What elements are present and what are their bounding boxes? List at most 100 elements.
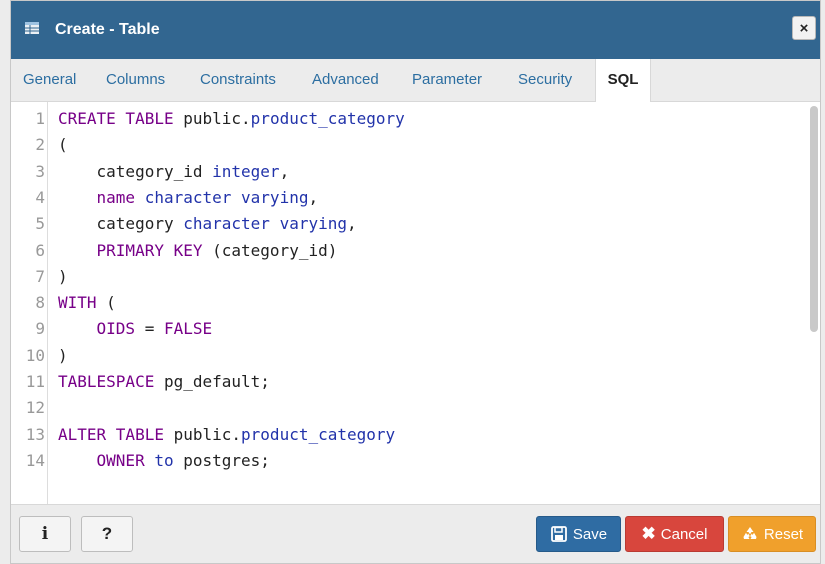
cancel-button[interactable]: ✖ Cancel	[625, 516, 724, 552]
save-icon	[550, 526, 567, 542]
code-line: 2(	[11, 132, 791, 158]
line-number: 1	[35, 109, 45, 128]
code-token: TABLESPACE	[58, 372, 164, 391]
code-token: )	[58, 266, 68, 286]
close-icon: ×	[799, 19, 809, 37]
close-button[interactable]: ×	[792, 16, 816, 40]
line-number: 4	[35, 187, 45, 207]
line-number: 8	[35, 293, 45, 313]
table-icon	[25, 22, 39, 34]
dialog-titlebar: Create - Table ×	[11, 1, 820, 59]
code-text: CREATE TABLE public.product_category	[58, 106, 405, 132]
line-number: 9	[35, 319, 45, 339]
code-line: 1 CREATE TABLE public.product_category	[11, 106, 791, 132]
code-text: WITH (	[58, 290, 116, 316]
tab-advanced[interactable]: Advanced	[312, 59, 379, 102]
code-token: public.	[183, 109, 251, 128]
code-line: 12	[11, 395, 791, 421]
code-token: character varying	[144, 187, 309, 207]
code-token: )	[58, 345, 68, 365]
code-token: character varying	[183, 214, 347, 234]
save-label: Save	[572, 525, 608, 543]
tab-security[interactable]: Security	[518, 59, 572, 102]
code-token: name	[58, 187, 145, 207]
tab-constraints[interactable]: Constraints	[200, 59, 276, 102]
code-token: product_category	[241, 424, 396, 444]
code-token: PRIMARY KEY	[58, 240, 213, 260]
dialog-footer: i ? Save ✖ Cancel Reset	[11, 504, 820, 563]
line-number: 12	[25, 398, 45, 418]
code-token: postgres;	[183, 450, 270, 470]
code-line: 3 category_id integer,	[11, 159, 791, 185]
help-icon: ?	[101, 524, 113, 543]
editor-scrollbar[interactable]	[810, 106, 818, 332]
code-token: public.	[173, 424, 242, 444]
code-text: category_id integer,	[58, 159, 290, 185]
code-line: 13 ALTER TABLE public.product_category	[11, 422, 791, 448]
line-number: 13	[25, 424, 45, 444]
code-text: TABLESPACE pg_default;	[58, 369, 270, 395]
code-line: 7)	[11, 264, 791, 290]
code-token: pg_default;	[163, 372, 270, 391]
line-number: 7	[35, 266, 45, 286]
line-number: 6	[35, 240, 45, 260]
code-token: ,	[347, 214, 357, 234]
code-token: WITH	[58, 293, 107, 313]
reset-button[interactable]: Reset	[728, 516, 816, 552]
code-line: 9 OIDS = FALSE	[11, 316, 791, 342]
code-text: )	[58, 264, 68, 290]
code-token: ALTER TABLE	[58, 424, 174, 444]
code-text: )	[58, 343, 68, 369]
line-number: 11	[25, 372, 45, 391]
code-line: 6 PRIMARY KEY (category_id)	[11, 238, 791, 264]
code-text: OIDS = FALSE	[58, 316, 213, 342]
sql-editor[interactable]: 1 CREATE TABLE public.product_category 2(3…	[11, 102, 820, 506]
code-line: 8 WITH (	[11, 290, 791, 316]
code-line: 14 OWNER to postgres;	[11, 448, 791, 474]
code-token: integer	[212, 161, 280, 181]
code-text: ALTER TABLE public.product_category	[58, 422, 395, 448]
create-table-dialog: Create - Table × General Columns Constra…	[10, 0, 821, 564]
info-button[interactable]: i	[19, 516, 71, 552]
code-line: 10)	[11, 343, 791, 369]
dialog-title: Create - Table	[55, 21, 160, 38]
save-button[interactable]: Save	[536, 516, 621, 552]
line-number: 3	[35, 161, 45, 181]
code-text: name character varying,	[58, 185, 319, 211]
code-token: =	[144, 319, 164, 339]
cancel-label: Cancel	[660, 525, 708, 543]
info-icon: i	[41, 524, 49, 544]
code-text: OWNER to postgres;	[58, 448, 270, 474]
code-text: category character varying,	[58, 211, 357, 237]
recycle-icon	[743, 527, 757, 539]
code-token: CREATE TABLE	[58, 109, 184, 128]
help-button[interactable]: ?	[81, 516, 133, 552]
code-text: PRIMARY KEY (category_id)	[58, 238, 338, 264]
code-token: category_id	[58, 161, 213, 181]
code-token: FALSE	[163, 319, 213, 339]
tab-parameter[interactable]: Parameter	[412, 59, 482, 102]
code-line: 5 category character varying,	[11, 211, 791, 237]
tab-bar: General Columns Constraints Advanced Par…	[11, 59, 820, 103]
code-token: OIDS	[58, 319, 145, 339]
line-number: 14	[25, 450, 45, 470]
code-token: (	[58, 135, 68, 155]
code-token: category	[58, 214, 184, 234]
reset-label: Reset	[763, 525, 804, 543]
code-line: 4 name character varying,	[11, 185, 791, 211]
tab-general[interactable]: General	[23, 59, 76, 102]
code-token: ,	[279, 161, 290, 181]
tab-columns[interactable]: Columns	[106, 59, 165, 102]
code-token: OWNER	[58, 450, 155, 470]
code-token: (	[106, 293, 116, 313]
code-token: product_category	[250, 109, 405, 128]
line-number: 10	[25, 345, 45, 365]
code-text: (	[58, 132, 68, 158]
close-x-icon: ✖	[641, 524, 656, 543]
code-token: ,	[308, 187, 319, 207]
code-line: 11 TABLESPACE pg_default;	[11, 369, 791, 395]
line-number: 2	[35, 135, 45, 155]
code-token: (category_id)	[212, 240, 338, 260]
line-number: 5	[35, 214, 45, 234]
tab-sql[interactable]: SQL	[595, 59, 651, 103]
